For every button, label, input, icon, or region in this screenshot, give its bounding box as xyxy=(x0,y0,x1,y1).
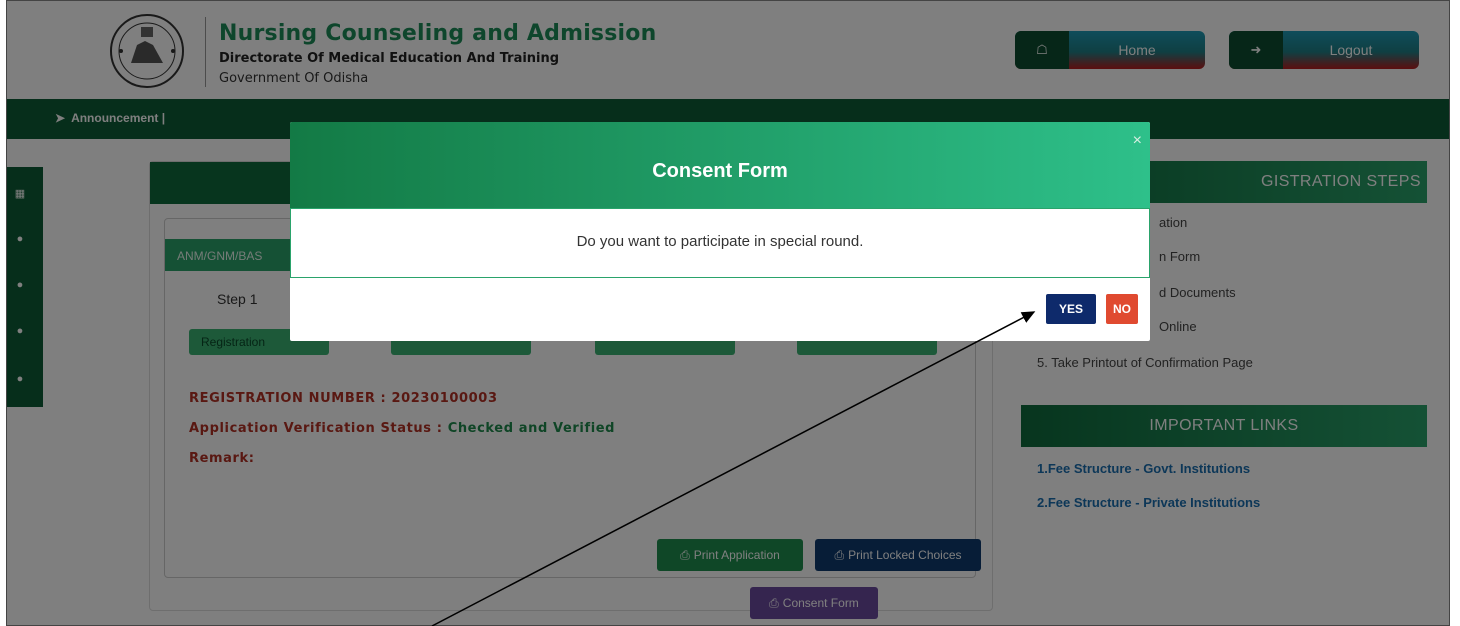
close-icon[interactable]: × xyxy=(1133,132,1142,150)
modal-header: Consent Form × xyxy=(290,122,1150,208)
modal-footer: YES NO xyxy=(290,278,1150,341)
modal-title: Consent Form xyxy=(652,160,788,182)
modal-message: Do you want to participate in special ro… xyxy=(576,233,864,250)
yes-button[interactable]: YES xyxy=(1046,294,1096,324)
no-button[interactable]: NO xyxy=(1106,294,1138,324)
modal-body: Do you want to participate in special ro… xyxy=(290,208,1150,278)
consent-modal: Consent Form × Do you want to participat… xyxy=(290,122,1150,341)
page-frame: Nursing Counseling and Admission Directo… xyxy=(6,0,1450,626)
